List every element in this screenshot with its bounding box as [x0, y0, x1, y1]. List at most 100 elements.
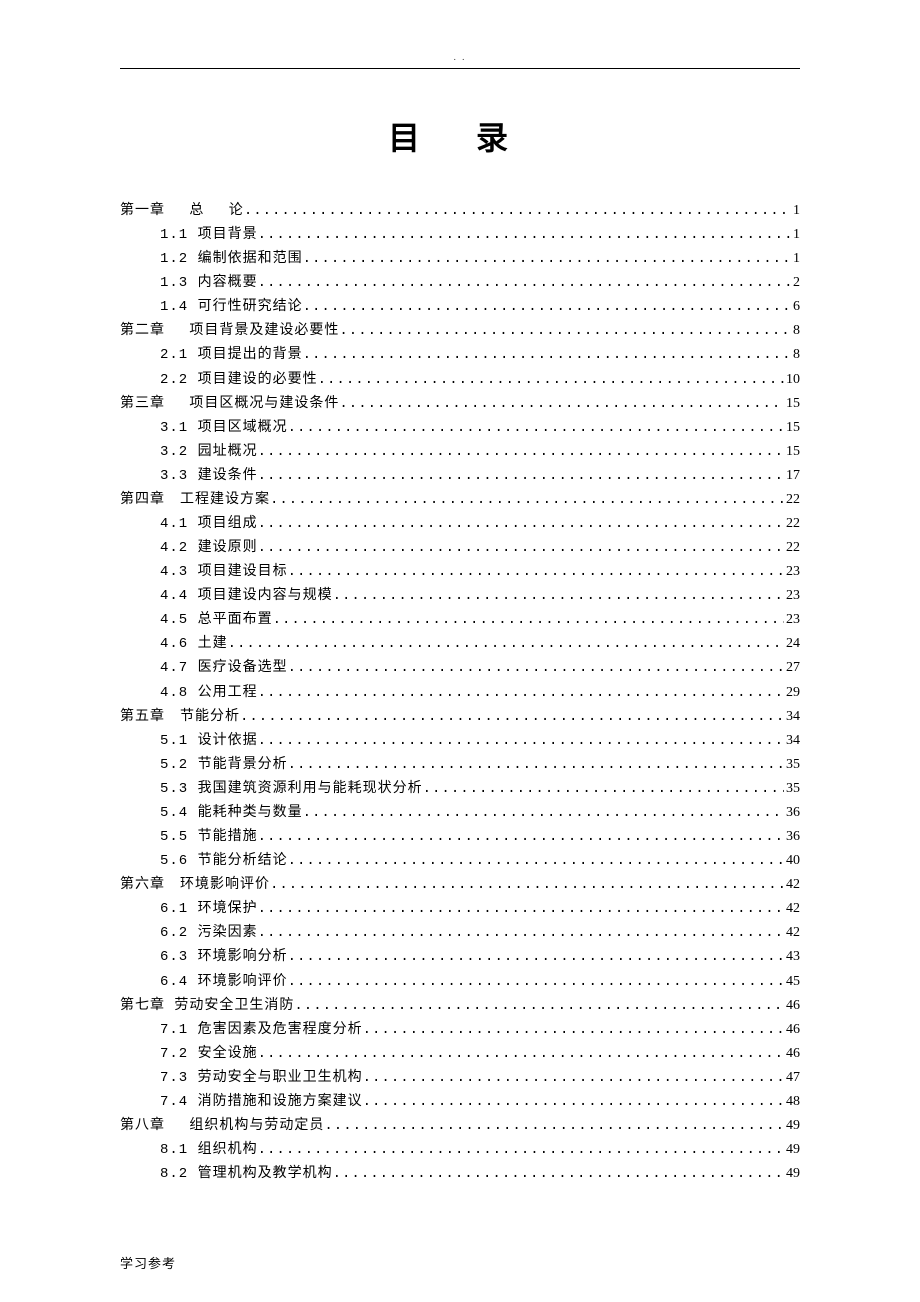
- toc-page-number: 43: [784, 945, 800, 969]
- toc-page-number: 45: [784, 970, 800, 994]
- toc-entry: 4.3 项目建设目标 23: [120, 560, 800, 584]
- toc-page-number: 46: [784, 1018, 800, 1042]
- toc-page-number: 47: [784, 1066, 800, 1090]
- toc-entry: 4.1 项目组成22: [120, 512, 800, 536]
- toc-label: 5.3 我国建筑资源利用与能耗现状分析: [160, 777, 423, 801]
- toc-leader-dots: [258, 1042, 784, 1066]
- toc-leader-dots: [240, 705, 784, 729]
- toc-page-number: 15: [784, 416, 800, 440]
- toc-leader-dots: [303, 343, 791, 367]
- toc-label: 5.5 节能措施: [160, 825, 258, 849]
- toc-leader-dots: [288, 416, 784, 440]
- toc-leader-dots: [273, 608, 784, 632]
- toc-label: 第六章 环境影响评价: [120, 873, 270, 897]
- toc-page-number: 23: [784, 584, 800, 608]
- toc-label: 8.1 组织机构: [160, 1138, 258, 1162]
- toc-leader-dots: [228, 632, 784, 656]
- toc-leader-dots: [288, 656, 784, 680]
- toc-leader-dots: [258, 223, 791, 247]
- toc-label: 2.2 项目建设的必要性: [160, 368, 318, 392]
- toc-leader-dots: [258, 1138, 784, 1162]
- toc-entry: 5.3 我国建筑资源利用与能耗现状分析35: [120, 777, 800, 801]
- toc-label: 8.2 管理机构及教学机构: [160, 1162, 333, 1186]
- toc-label: 4.3 项目建设目标: [160, 560, 288, 584]
- toc-entry: 第七章 劳动安全卫生消防 46: [120, 994, 800, 1018]
- toc-entry: 5.4 能耗种类与数量 36: [120, 801, 800, 825]
- toc-leader-dots: [258, 681, 784, 705]
- toc-label: 4.5 总平面布置: [160, 608, 273, 632]
- toc-leader-dots: [333, 1162, 784, 1186]
- toc-page-number: 2: [791, 271, 800, 295]
- toc-leader-dots: [258, 897, 784, 921]
- toc-entry: 4.8 公用工程29: [120, 681, 800, 705]
- toc-leader-dots: [303, 801, 784, 825]
- toc-page-number: 22: [784, 536, 800, 560]
- toc-page-number: 48: [784, 1090, 800, 1114]
- toc-label: 4.2 建设原则: [160, 536, 258, 560]
- toc-entry: 4.7 医疗设备选型27: [120, 656, 800, 680]
- toc-label: 4.6 土建: [160, 632, 228, 656]
- toc-entry: 4.2 建设原则 22: [120, 536, 800, 560]
- toc-label: 5.2 节能背景分析: [160, 753, 288, 777]
- toc-entry: 4.5 总平面布置 23: [120, 608, 800, 632]
- toc-leader-dots: [363, 1090, 784, 1114]
- toc-entry: 8.2 管理机构及教学机构 49: [120, 1162, 800, 1186]
- toc-label: 第七章 劳动安全卫生消防: [120, 994, 294, 1018]
- toc-entry: 5.6 节能分析结论40: [120, 849, 800, 873]
- toc-label: 6.1 环境保护: [160, 897, 258, 921]
- toc-leader-dots: [423, 777, 784, 801]
- toc-page-number: 42: [784, 921, 800, 945]
- toc-page-number: 40: [784, 849, 800, 873]
- toc-label: 1.1 项目背景: [160, 223, 258, 247]
- toc-page-number: 23: [784, 608, 800, 632]
- toc-entry: 第二章 项目背景及建设必要性 8: [120, 319, 800, 343]
- toc-leader-dots: [339, 392, 784, 416]
- toc-label: 3.3 建设条件: [160, 464, 258, 488]
- page-title: 目 录: [120, 113, 800, 159]
- toc-page-number: 17: [784, 464, 800, 488]
- toc-entry: 4.4 项目建设内容与规模23: [120, 584, 800, 608]
- toc-leader-dots: [318, 368, 784, 392]
- toc-entry: 1.2 编制依据和范围1: [120, 247, 800, 271]
- toc-page-number: 10: [784, 368, 800, 392]
- toc-page-number: 1: [791, 199, 800, 223]
- toc-label: 第五章 节能分析: [120, 705, 240, 729]
- header-rule: [120, 68, 800, 69]
- toc-page-number: 49: [784, 1138, 800, 1162]
- toc-page-number: 42: [784, 897, 800, 921]
- page-container: . . 目 录 第一章 总 论11.1 项目背景11.2 编制依据和范围11.3…: [0, 0, 920, 1186]
- toc-label: 7.3 劳动安全与职业卫生机构: [160, 1066, 363, 1090]
- toc-entry: 4.6 土建24: [120, 632, 800, 656]
- toc-leader-dots: [270, 488, 784, 512]
- toc-page-number: 8: [791, 319, 800, 343]
- toc-label: 1.2 编制依据和范围: [160, 247, 303, 271]
- toc-page-number: 27: [784, 656, 800, 680]
- table-of-contents: 第一章 总 论11.1 项目背景11.2 编制依据和范围11.3 内容概要21.…: [120, 199, 800, 1186]
- toc-page-number: 23: [784, 560, 800, 584]
- toc-page-number: 1: [791, 223, 800, 247]
- toc-page-number: 49: [784, 1162, 800, 1186]
- toc-leader-dots: [258, 271, 791, 295]
- toc-page-number: 36: [784, 801, 800, 825]
- toc-entry: 2.2 项目建设的必要性 10: [120, 368, 800, 392]
- toc-entry: 1.1 项目背景 1: [120, 223, 800, 247]
- toc-leader-dots: [333, 584, 784, 608]
- toc-leader-dots: [363, 1018, 784, 1042]
- toc-entry: 6.1 环境保护 42: [120, 897, 800, 921]
- toc-entry: 3.2 园址概况15: [120, 440, 800, 464]
- footer-text: 学习参考: [120, 1253, 176, 1272]
- toc-page-number: 6: [791, 295, 800, 319]
- toc-label: 7.1 危害因素及危害程度分析: [160, 1018, 363, 1042]
- toc-leader-dots: [258, 825, 784, 849]
- toc-entry: 3.1 项目区域概况15: [120, 416, 800, 440]
- toc-label: 5.4 能耗种类与数量: [160, 801, 303, 825]
- toc-label: 第三章 项目区概况与建设条件: [120, 392, 339, 416]
- toc-label: 4.1 项目组成: [160, 512, 258, 536]
- toc-entry: 第四章 工程建设方案 22: [120, 488, 800, 512]
- toc-leader-dots: [288, 945, 784, 969]
- toc-leader-dots: [303, 295, 791, 319]
- toc-label: 6.4 环境影响评价: [160, 970, 288, 994]
- toc-page-number: 34: [784, 705, 800, 729]
- toc-entry: 6.2 污染因素42: [120, 921, 800, 945]
- toc-leader-dots: [258, 512, 784, 536]
